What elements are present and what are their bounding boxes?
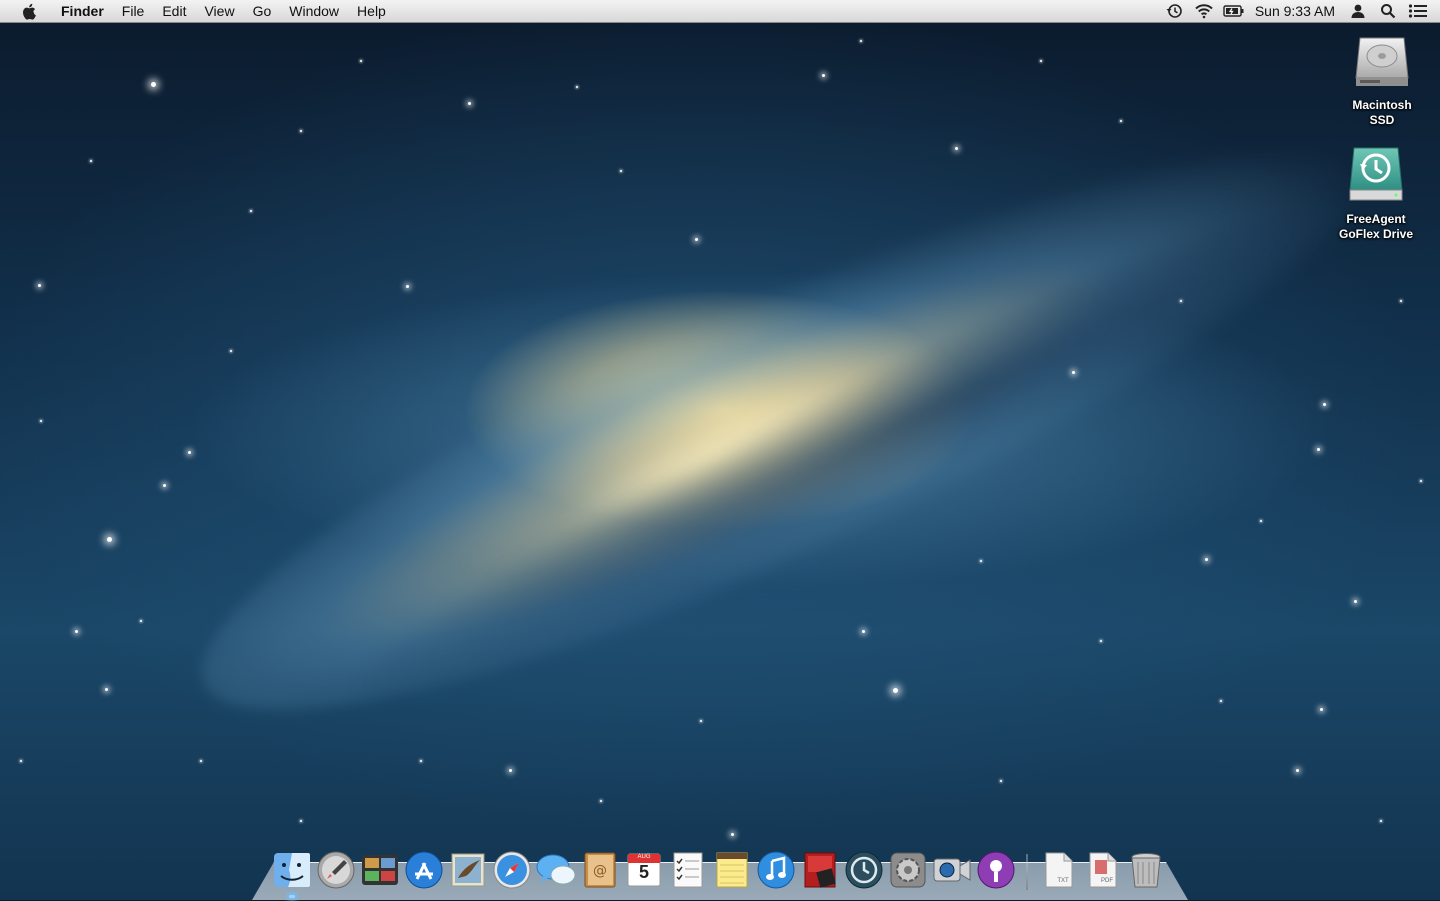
dock-facetime[interactable]	[930, 848, 974, 892]
dock-safari[interactable]	[490, 848, 534, 892]
wifi-icon[interactable]	[1192, 0, 1216, 22]
notes-icon	[716, 852, 748, 888]
dock-reminders[interactable]	[666, 848, 710, 892]
time-machine-icon	[845, 851, 883, 889]
itunes-icon	[757, 851, 795, 889]
system-preferences-icon	[890, 852, 926, 888]
pdf-document-icon	[1089, 852, 1117, 888]
dock-finder[interactable]	[270, 848, 314, 892]
desktop-icon-label-line1: FreeAgent	[1346, 212, 1406, 226]
menu-edit[interactable]: Edit	[153, 0, 195, 22]
apple-logo-icon[interactable]	[18, 1, 38, 21]
time-machine-icon[interactable]	[1162, 0, 1186, 22]
dock: @	[270, 846, 1168, 892]
facetime-icon	[933, 858, 971, 882]
desktop-icon-label-line1: Macintosh	[1352, 98, 1412, 112]
desktop-icon-freeagent-goflex-drive[interactable]: FreeAgent GoFlex Drive	[1326, 144, 1426, 242]
launchpad-icon	[317, 851, 355, 889]
pdf-badge: PDF	[1101, 878, 1113, 884]
dock-separator	[1026, 854, 1028, 890]
menu-extras: Sun 9:33 AM	[1159, 0, 1440, 22]
hard-drive-icon	[1350, 30, 1414, 94]
time-machine-drive-icon	[1344, 144, 1408, 208]
dock-time-machine[interactable]	[842, 848, 886, 892]
messages-icon	[536, 854, 576, 885]
dock-mail[interactable]	[446, 848, 490, 892]
txt-document-icon	[1045, 852, 1073, 888]
dock-photo-booth[interactable]	[798, 848, 842, 892]
battery-icon[interactable]	[1222, 0, 1246, 22]
spotlight-search-icon[interactable]	[1376, 0, 1400, 22]
dock-stack-downloads[interactable]	[1080, 848, 1124, 892]
trash-icon	[1131, 853, 1161, 888]
photo-booth-icon	[804, 852, 836, 888]
dock-launchpad[interactable]	[314, 848, 358, 892]
menu-go[interactable]: Go	[244, 0, 281, 22]
dock-app-store[interactable]	[402, 848, 446, 892]
finder-icon	[274, 853, 310, 887]
dock-notes[interactable]	[710, 848, 754, 892]
dock-mission-control[interactable]	[358, 848, 402, 892]
dock-system-preferences[interactable]	[886, 848, 930, 892]
dock-podcast-capture[interactable]	[974, 848, 1018, 892]
menu-clock[interactable]: Sun 9:33 AM	[1249, 3, 1343, 19]
app-store-icon	[405, 851, 443, 889]
mail-icon	[451, 853, 485, 887]
menu-bar: Finder File Edit View Go Window Help Sun…	[0, 0, 1440, 23]
user-icon[interactable]	[1346, 0, 1370, 22]
notification-center-icon[interactable]	[1406, 0, 1430, 22]
desktop-icon-label-line2: SSD	[1369, 113, 1395, 127]
menu-file[interactable]: File	[113, 0, 154, 22]
dock-trash[interactable]	[1124, 848, 1168, 892]
podcast-icon	[977, 851, 1015, 889]
calendar-date: AUG 5	[624, 852, 664, 882]
dock-contacts[interactable]: @	[578, 848, 622, 892]
dock-stack-documents[interactable]	[1036, 848, 1080, 892]
dock-itunes[interactable]	[754, 848, 798, 892]
dock-messages[interactable]	[534, 848, 578, 892]
txt-badge: TXT	[1057, 878, 1069, 884]
desktop-icon-label-line2: GoFlex Drive	[1338, 227, 1414, 241]
mission-control-icon	[362, 855, 398, 885]
calendar-day: 5	[638, 862, 649, 882]
menu-view[interactable]: View	[195, 0, 243, 22]
dock-running-indicator	[289, 895, 295, 898]
desktop-icon-macintosh-ssd[interactable]: Macintosh SSD	[1332, 30, 1432, 128]
reminders-icon	[673, 852, 703, 888]
safari-icon	[493, 851, 531, 889]
menu-window[interactable]: Window	[280, 0, 348, 22]
menu-help[interactable]: Help	[348, 0, 395, 22]
svg-text:@: @	[593, 863, 607, 879]
galaxy-dust-lane	[329, 154, 1371, 746]
galaxy-wallpaper	[151, 57, 1399, 803]
menu-app-name[interactable]: Finder	[52, 0, 113, 22]
contacts-icon: @	[584, 852, 616, 888]
calendar-month: AUG	[637, 854, 651, 860]
